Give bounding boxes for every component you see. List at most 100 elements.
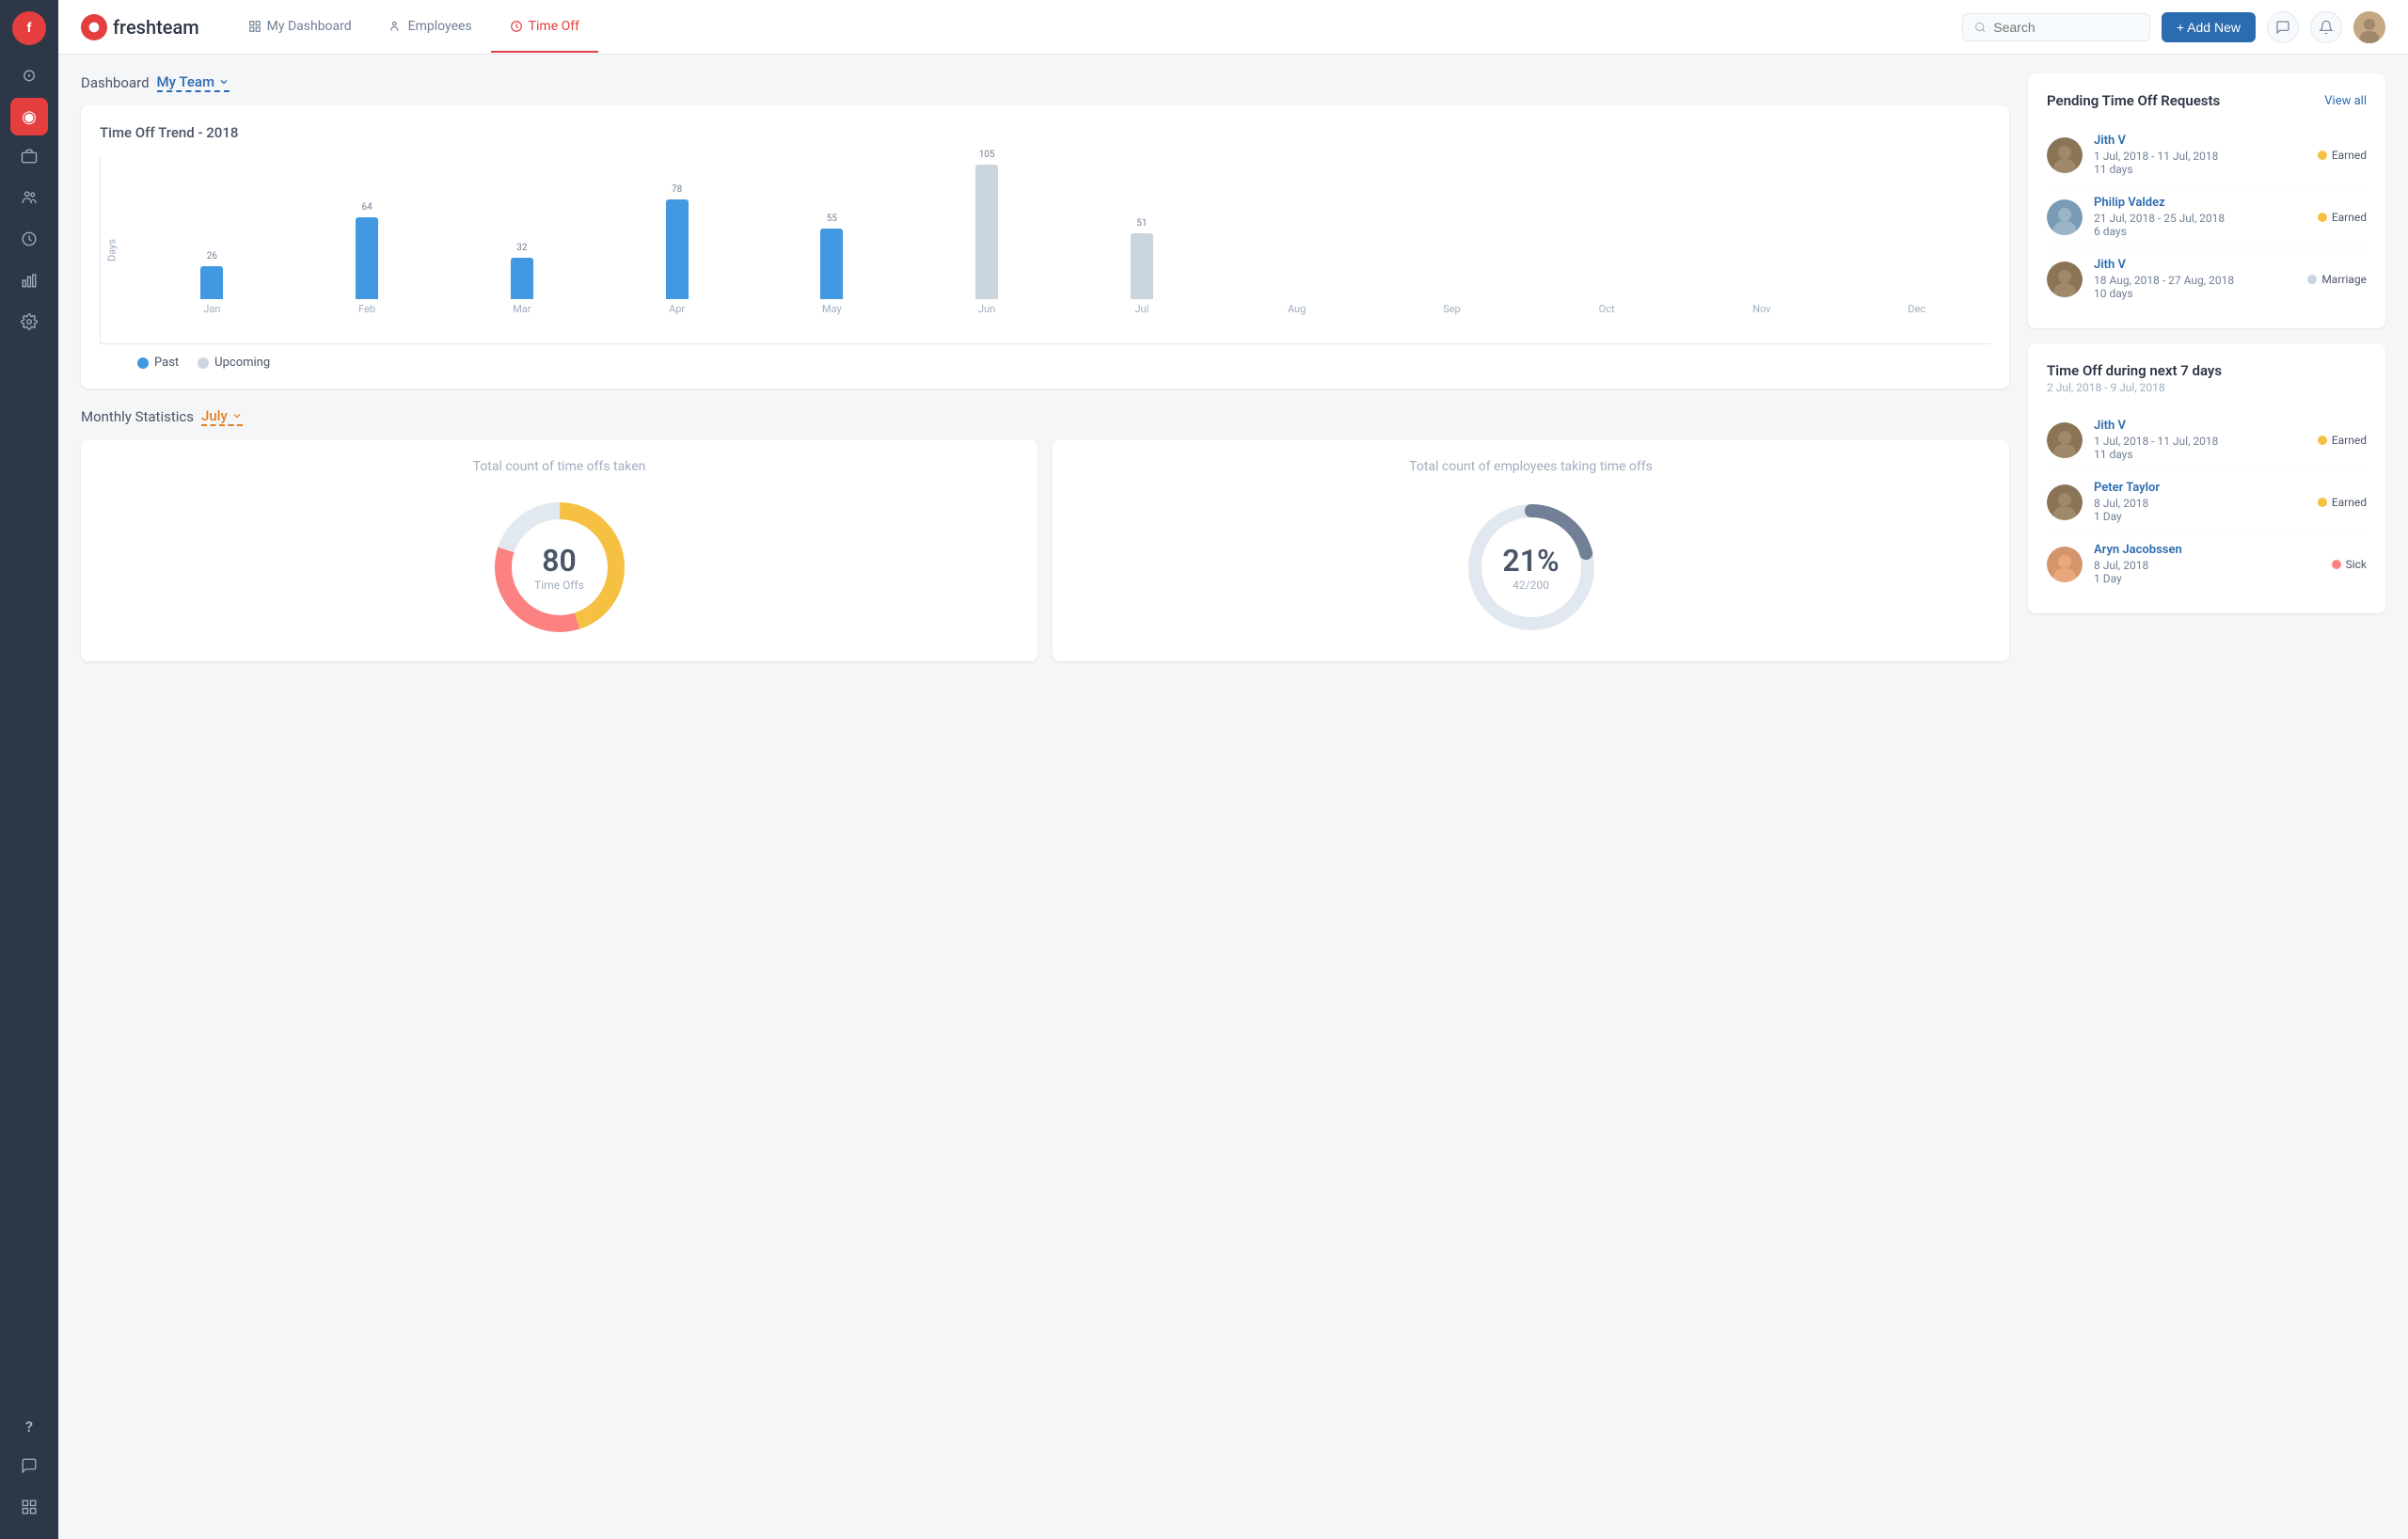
req-name[interactable]: Jith V bbox=[2094, 258, 2296, 272]
req-badge: Sick bbox=[2332, 558, 2367, 571]
topnav-tabs: My Dashboard Employees Time Off bbox=[230, 2, 598, 53]
req-info: Aryn Jacobssen 8 Jul, 2018 1 Day bbox=[2094, 543, 2321, 585]
help-icon: ? bbox=[25, 1418, 33, 1436]
total-timeoffs-sub: Time Offs bbox=[534, 579, 584, 592]
req-dates: 8 Jul, 2018 bbox=[2094, 559, 2321, 572]
req-dates: 1 Jul, 2018 - 11 Jul, 2018 bbox=[2094, 150, 2306, 163]
chart-month-jun: 105Jun bbox=[913, 158, 1061, 315]
badge-label: Marriage bbox=[2321, 273, 2367, 286]
req-name[interactable]: Aryn Jacobssen bbox=[2094, 543, 2321, 557]
chart-month-dec: Dec bbox=[1843, 158, 1990, 315]
badge-dot bbox=[2318, 436, 2327, 445]
search-box[interactable] bbox=[1962, 13, 2150, 41]
chart-month-nov: Nov bbox=[1688, 158, 1836, 315]
req-days: 10 days bbox=[2094, 287, 2296, 300]
chart-legend: Past Upcoming bbox=[100, 356, 1990, 370]
chart-month-feb: 64Feb bbox=[293, 158, 441, 315]
briefcase-icon bbox=[21, 148, 38, 169]
sidebar-item-chart[interactable] bbox=[10, 263, 48, 301]
req-days: 11 days bbox=[2094, 163, 2306, 176]
legend-past: Past bbox=[137, 356, 179, 370]
bar-past-jan: 26 bbox=[200, 266, 223, 299]
request-item: Philip Valdez 21 Jul, 2018 - 25 Jul, 201… bbox=[2047, 186, 2367, 248]
tab-timeoff[interactable]: Time Off bbox=[491, 2, 598, 53]
chat-icon bbox=[21, 1457, 38, 1478]
bar-past-feb: 64 bbox=[356, 217, 378, 299]
notifications-chat-button[interactable] bbox=[2267, 11, 2299, 43]
notifications-bell-button[interactable] bbox=[2310, 11, 2342, 43]
sidebar-item-briefcase[interactable] bbox=[10, 139, 48, 177]
req-name[interactable]: Peter Taylor bbox=[2094, 481, 2306, 495]
brand-logo-icon bbox=[81, 14, 107, 40]
req-dates: 18 Aug, 2018 - 27 Aug, 2018 bbox=[2094, 274, 2296, 287]
employees-donut-center: 21% 42/200 bbox=[1502, 543, 1559, 592]
req-badge: Earned bbox=[2318, 496, 2367, 509]
request-item: Peter Taylor 8 Jul, 2018 1 Day Earned bbox=[2047, 471, 2367, 533]
req-days: 11 days bbox=[2094, 448, 2306, 461]
logo-icon: f bbox=[26, 21, 31, 36]
sidebar-bottom: ? bbox=[10, 1407, 48, 1528]
sidebar-item-home[interactable]: ⊙ bbox=[10, 56, 48, 94]
req-name[interactable]: Jith V bbox=[2094, 419, 2306, 433]
req-badge: Marriage bbox=[2307, 273, 2367, 286]
people-icon bbox=[21, 189, 38, 211]
chart-month-jul: 51Jul bbox=[1069, 158, 1216, 315]
sidebar-item-help[interactable]: ? bbox=[10, 1407, 48, 1445]
add-new-button[interactable]: + Add New bbox=[2162, 12, 2256, 42]
gear-icon bbox=[21, 313, 38, 335]
badge-dot bbox=[2318, 498, 2327, 507]
badge-dot bbox=[2318, 151, 2327, 160]
req-days: 1 Day bbox=[2094, 510, 2306, 523]
brand-name: freshteam bbox=[113, 16, 199, 39]
next7days-panel: Time Off during next 7 days 2 Jul, 2018 … bbox=[2028, 343, 2385, 613]
month-selector[interactable]: July bbox=[201, 407, 243, 426]
legend-upcoming-dot bbox=[198, 357, 209, 369]
req-dates: 21 Jul, 2018 - 25 Jul, 2018 bbox=[2094, 212, 2306, 225]
req-avatar bbox=[2047, 422, 2083, 458]
req-badge: Earned bbox=[2318, 211, 2367, 224]
chart-month-aug: Aug bbox=[1223, 158, 1370, 315]
team-selector[interactable]: My Team bbox=[157, 73, 230, 92]
request-item: Jith V 1 Jul, 2018 - 11 Jul, 2018 11 day… bbox=[2047, 409, 2367, 471]
home-icon: ⊙ bbox=[22, 66, 36, 86]
pending-requests-list: Jith V 1 Jul, 2018 - 11 Jul, 2018 11 day… bbox=[2047, 124, 2367, 309]
req-name[interactable]: Philip Valdez bbox=[2094, 196, 2306, 210]
sidebar-item-chat[interactable] bbox=[10, 1449, 48, 1486]
next7days-header: Time Off during next 7 days 2 Jul, 2018 … bbox=[2047, 362, 2367, 394]
next7days-list: Jith V 1 Jul, 2018 - 11 Jul, 2018 11 day… bbox=[2047, 409, 2367, 595]
sidebar-item-gear[interactable] bbox=[10, 305, 48, 342]
req-badge: Earned bbox=[2318, 434, 2367, 447]
badge-dot bbox=[2307, 275, 2317, 284]
topnav: freshteam My Dashboard Employees Time Of… bbox=[58, 0, 2408, 55]
chart-title: Time Off Trend - 2018 bbox=[100, 124, 1990, 141]
chart-icon bbox=[21, 272, 38, 294]
chart-month-mar: 32Mar bbox=[449, 158, 596, 315]
view-all-link[interactable]: View all bbox=[2324, 94, 2367, 108]
topnav-logo: freshteam bbox=[81, 14, 199, 40]
sidebar-item-apps[interactable] bbox=[10, 1490, 48, 1528]
badge-label: Earned bbox=[2332, 211, 2367, 224]
bar-past-may: 55 bbox=[820, 229, 843, 299]
req-info: Peter Taylor 8 Jul, 2018 1 Day bbox=[2094, 481, 2306, 523]
chart-month-oct: Oct bbox=[1533, 158, 1681, 315]
request-item: Jith V 18 Aug, 2018 - 27 Aug, 2018 10 da… bbox=[2047, 248, 2367, 309]
bar-past-apr: 78 bbox=[666, 199, 689, 299]
tab-dashboard[interactable]: My Dashboard bbox=[230, 2, 371, 53]
y-axis-label: Days bbox=[106, 238, 119, 261]
main-content: freshteam My Dashboard Employees Time Of… bbox=[58, 0, 2408, 1539]
next7days-title: Time Off during next 7 days bbox=[2047, 362, 2222, 379]
clock-icon bbox=[21, 230, 38, 252]
sidebar-item-clock[interactable] bbox=[10, 222, 48, 260]
req-avatar bbox=[2047, 199, 2083, 235]
search-input[interactable] bbox=[1993, 20, 2138, 35]
sidebar-item-active[interactable]: ◉ bbox=[10, 98, 48, 135]
sidebar-item-people[interactable] bbox=[10, 181, 48, 218]
user-avatar[interactable] bbox=[2353, 11, 2385, 43]
left-column: Dashboard My Team Time Off Trend - 2018 … bbox=[81, 73, 2009, 1520]
sidebar-logo[interactable]: f bbox=[12, 11, 46, 45]
pending-panel-header: Pending Time Off Requests View all bbox=[2047, 92, 2367, 109]
tab-employees[interactable]: Employees bbox=[371, 2, 491, 53]
req-name[interactable]: Jith V bbox=[2094, 134, 2306, 148]
legend-past-dot bbox=[137, 357, 149, 369]
badge-dot bbox=[2332, 560, 2341, 569]
